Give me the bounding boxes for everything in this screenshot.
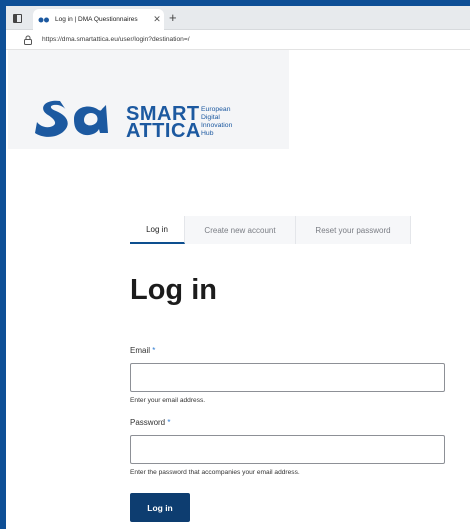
page-title: Log in — [130, 274, 217, 306]
password-label: Password * — [130, 418, 170, 427]
browser-tab-strip: Log in | DMA Questionnaires ✕ + — [6, 6, 470, 30]
log-in-button[interactable]: Log in — [130, 493, 190, 522]
browser-window: Log in | DMA Questionnaires ✕ + https://… — [6, 6, 470, 529]
browser-tab[interactable]: Log in | DMA Questionnaires ✕ — [33, 9, 164, 30]
tab-reset-password[interactable]: Reset your password — [296, 216, 411, 244]
logo-wordmark: SMART ATTICA — [126, 104, 201, 142]
logo-hub-line: Hub — [201, 130, 214, 137]
browser-tab-title: Log in | DMA Questionnaires — [55, 16, 138, 23]
password-hint: Enter the password that accompanies your… — [130, 469, 300, 476]
lock-icon[interactable] — [22, 34, 34, 46]
site-header-banner: SMART ATTICA European Digital Innovation… — [8, 50, 289, 149]
new-tab-icon[interactable]: + — [169, 9, 177, 26]
required-marker: * — [167, 418, 171, 427]
logo-word-attica: ATTICA — [126, 120, 201, 142]
account-tabs: Log in Create new account Reset your pas… — [130, 216, 411, 244]
tab-log-in[interactable]: Log in — [130, 216, 185, 244]
url-text[interactable]: https://dma.smartattica.eu/user/login?de… — [42, 36, 190, 43]
logo-hub-line: European — [201, 106, 231, 113]
email-label: Email * — [130, 346, 155, 355]
logo-hub-line: Innovation — [201, 122, 233, 129]
smart-attica-favicon-icon — [38, 17, 49, 22]
logo-hub-line: Digital — [201, 114, 220, 121]
logo-hub-text: European Digital Innovation Hub — [201, 106, 232, 138]
smart-attica-logo-mark-icon[interactable] — [34, 97, 111, 139]
required-marker: * — [152, 346, 156, 355]
address-bar[interactable]: https://dma.smartattica.eu/user/login?de… — [6, 30, 470, 50]
close-icon[interactable]: ✕ — [150, 14, 164, 25]
email-hint: Enter your email address. — [130, 397, 206, 404]
email-field[interactable] — [130, 363, 445, 392]
tab-actions-icon[interactable] — [10, 11, 24, 25]
password-field[interactable] — [130, 435, 445, 464]
email-label-text: Email — [130, 346, 151, 355]
tab-create-new-account[interactable]: Create new account — [185, 216, 296, 244]
password-label-text: Password — [130, 418, 166, 427]
